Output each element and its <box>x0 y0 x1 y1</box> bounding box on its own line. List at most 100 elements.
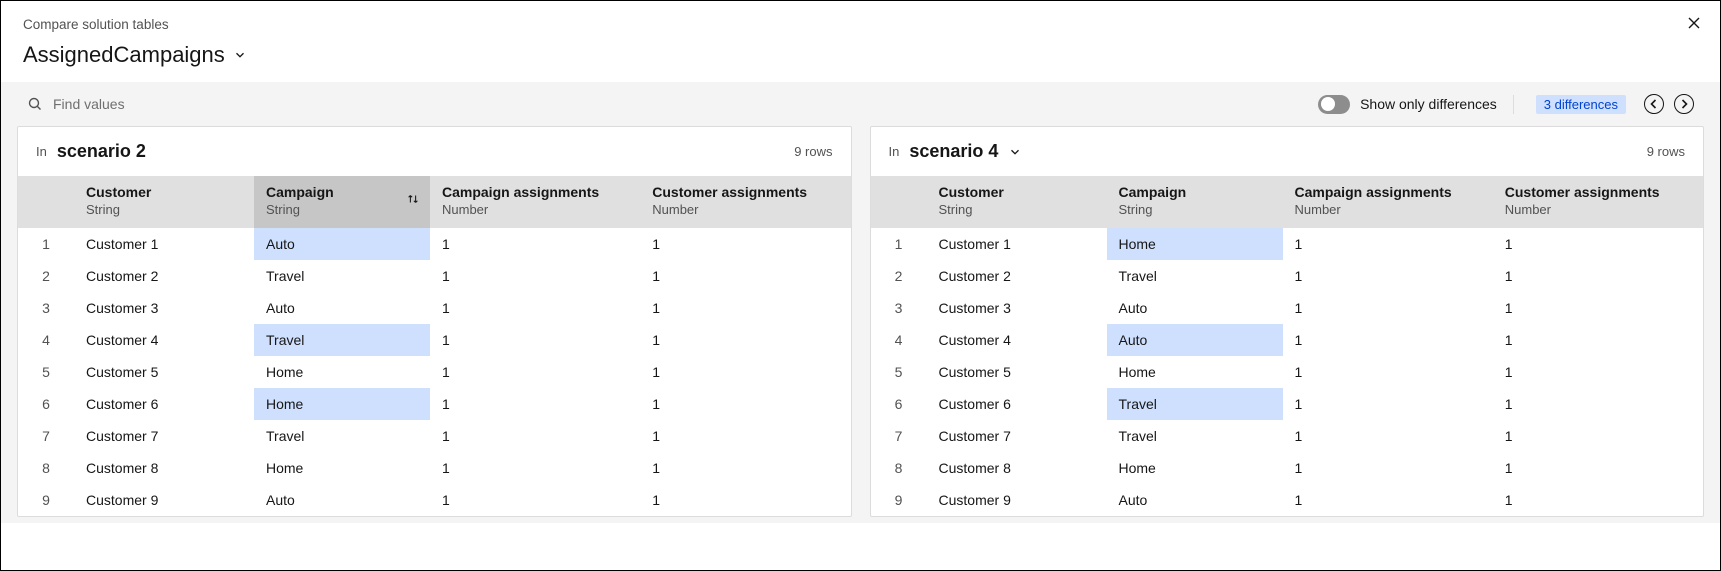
cell-campaign: Home <box>254 388 430 420</box>
table-row[interactable]: 8 Customer 8 Home 1 1 <box>18 452 851 484</box>
cell-customer: Customer 6 <box>74 388 254 420</box>
cell-campaign-assignments: 1 <box>430 484 640 516</box>
cell-campaign-assignments: 1 <box>1283 260 1493 292</box>
cell-campaign: Home <box>254 356 430 388</box>
cell-customer-assignments: 1 <box>1493 356 1703 388</box>
cell-customer-assignments: 1 <box>640 388 850 420</box>
table-row[interactable]: 2 Customer 2 Travel 1 1 <box>18 260 851 292</box>
cell-customer-assignments: 1 <box>1493 420 1703 452</box>
cell-customer: Customer 8 <box>927 452 1107 484</box>
cell-campaign: Travel <box>254 260 430 292</box>
cell-customer-assignments: 1 <box>1493 228 1703 260</box>
cell-campaign: Auto <box>254 484 430 516</box>
modal-subtitle: Compare solution tables <box>23 17 1698 32</box>
row-index: 3 <box>871 292 927 324</box>
column-header[interactable]: Campaign assignmentsNumber <box>1283 176 1493 228</box>
row-index: 5 <box>871 356 927 388</box>
table-row[interactable]: 1 Customer 1 Auto 1 1 <box>18 228 851 260</box>
prev-diff-button[interactable] <box>1644 94 1664 114</box>
cell-customer-assignments: 1 <box>1493 388 1703 420</box>
table-row[interactable]: 1 Customer 1 Home 1 1 <box>871 228 1704 260</box>
cell-customer: Customer 7 <box>927 420 1107 452</box>
table-row[interactable]: 7 Customer 7 Travel 1 1 <box>871 420 1704 452</box>
row-index: 2 <box>871 260 927 292</box>
cell-campaign: Auto <box>254 228 430 260</box>
cell-customer-assignments: 1 <box>1493 484 1703 516</box>
row-count: 9 rows <box>794 144 832 159</box>
cell-campaign-assignments: 1 <box>430 420 640 452</box>
cell-campaign: Travel <box>1107 260 1283 292</box>
column-header[interactable]: CustomerString <box>927 176 1107 228</box>
cell-campaign-assignments: 1 <box>1283 484 1493 516</box>
sort-icon[interactable] <box>406 192 420 206</box>
row-index: 6 <box>871 388 927 420</box>
cell-campaign-assignments: 1 <box>1283 324 1493 356</box>
column-header[interactable]: CampaignString <box>1107 176 1283 228</box>
toggle-label: Show only differences <box>1360 96 1497 112</box>
cell-campaign-assignments: 1 <box>1283 452 1493 484</box>
column-header[interactable]: CustomerString <box>74 176 254 228</box>
column-header[interactable]: CampaignString <box>254 176 430 228</box>
cell-customer: Customer 4 <box>74 324 254 356</box>
chevron-down-icon[interactable] <box>1008 145 1022 159</box>
table-row[interactable]: 2 Customer 2 Travel 1 1 <box>871 260 1704 292</box>
column-header[interactable]: Customer assignmentsNumber <box>640 176 850 228</box>
cell-customer-assignments: 1 <box>1493 292 1703 324</box>
cell-customer-assignments: 1 <box>640 228 850 260</box>
table-row[interactable]: 7 Customer 7 Travel 1 1 <box>18 420 851 452</box>
cell-customer-assignments: 1 <box>640 260 850 292</box>
diff-count-badge[interactable]: 3 differences <box>1536 95 1626 114</box>
table-row[interactable]: 4 Customer 4 Auto 1 1 <box>871 324 1704 356</box>
cell-customer-assignments: 1 <box>640 420 850 452</box>
cell-campaign: Auto <box>1107 292 1283 324</box>
cell-customer-assignments: 1 <box>1493 260 1703 292</box>
show-diffs-toggle[interactable] <box>1318 95 1350 114</box>
row-index: 9 <box>18 484 74 516</box>
table-row[interactable]: 9 Customer 9 Auto 1 1 <box>18 484 851 516</box>
row-count: 9 rows <box>1647 144 1685 159</box>
cell-campaign-assignments: 1 <box>430 292 640 324</box>
cell-campaign: Auto <box>1107 324 1283 356</box>
row-index: 1 <box>18 228 74 260</box>
cell-customer: Customer 9 <box>927 484 1107 516</box>
close-icon[interactable] <box>1686 15 1702 31</box>
column-header[interactable]: Campaign assignmentsNumber <box>430 176 640 228</box>
search-input[interactable] <box>53 96 303 112</box>
row-index: 3 <box>18 292 74 324</box>
table-row[interactable]: 6 Customer 6 Travel 1 1 <box>871 388 1704 420</box>
cell-campaign: Auto <box>1107 484 1283 516</box>
table-row[interactable]: 8 Customer 8 Home 1 1 <box>871 452 1704 484</box>
table-row[interactable]: 9 Customer 9 Auto 1 1 <box>871 484 1704 516</box>
table-row[interactable]: 5 Customer 5 Home 1 1 <box>18 356 851 388</box>
page-title[interactable]: AssignedCampaigns <box>23 42 225 68</box>
column-header[interactable]: Customer assignmentsNumber <box>1493 176 1703 228</box>
cell-customer: Customer 6 <box>927 388 1107 420</box>
table-row[interactable]: 6 Customer 6 Home 1 1 <box>18 388 851 420</box>
row-index: 5 <box>18 356 74 388</box>
chevron-down-icon[interactable] <box>233 48 247 62</box>
cell-campaign-assignments: 1 <box>1283 356 1493 388</box>
table-row[interactable]: 3 Customer 3 Auto 1 1 <box>18 292 851 324</box>
cell-customer-assignments: 1 <box>640 356 850 388</box>
cell-campaign-assignments: 1 <box>430 388 640 420</box>
row-index: 7 <box>18 420 74 452</box>
table-row[interactable]: 4 Customer 4 Travel 1 1 <box>18 324 851 356</box>
table-row[interactable]: 3 Customer 3 Auto 1 1 <box>871 292 1704 324</box>
scenario-name-right[interactable]: scenario 4 <box>909 141 998 162</box>
cell-customer: Customer 4 <box>927 324 1107 356</box>
cell-campaign-assignments: 1 <box>1283 292 1493 324</box>
cell-campaign-assignments: 1 <box>1283 388 1493 420</box>
row-index: 7 <box>871 420 927 452</box>
cell-customer-assignments: 1 <box>1493 452 1703 484</box>
cell-customer: Customer 2 <box>927 260 1107 292</box>
cell-campaign: Auto <box>254 292 430 324</box>
cell-campaign: Home <box>254 452 430 484</box>
cell-customer: Customer 7 <box>74 420 254 452</box>
cell-customer: Customer 9 <box>74 484 254 516</box>
cell-campaign: Travel <box>254 324 430 356</box>
cell-customer: Customer 1 <box>74 228 254 260</box>
next-diff-button[interactable] <box>1674 94 1694 114</box>
row-index: 6 <box>18 388 74 420</box>
table-row[interactable]: 5 Customer 5 Home 1 1 <box>871 356 1704 388</box>
cell-campaign-assignments: 1 <box>1283 420 1493 452</box>
